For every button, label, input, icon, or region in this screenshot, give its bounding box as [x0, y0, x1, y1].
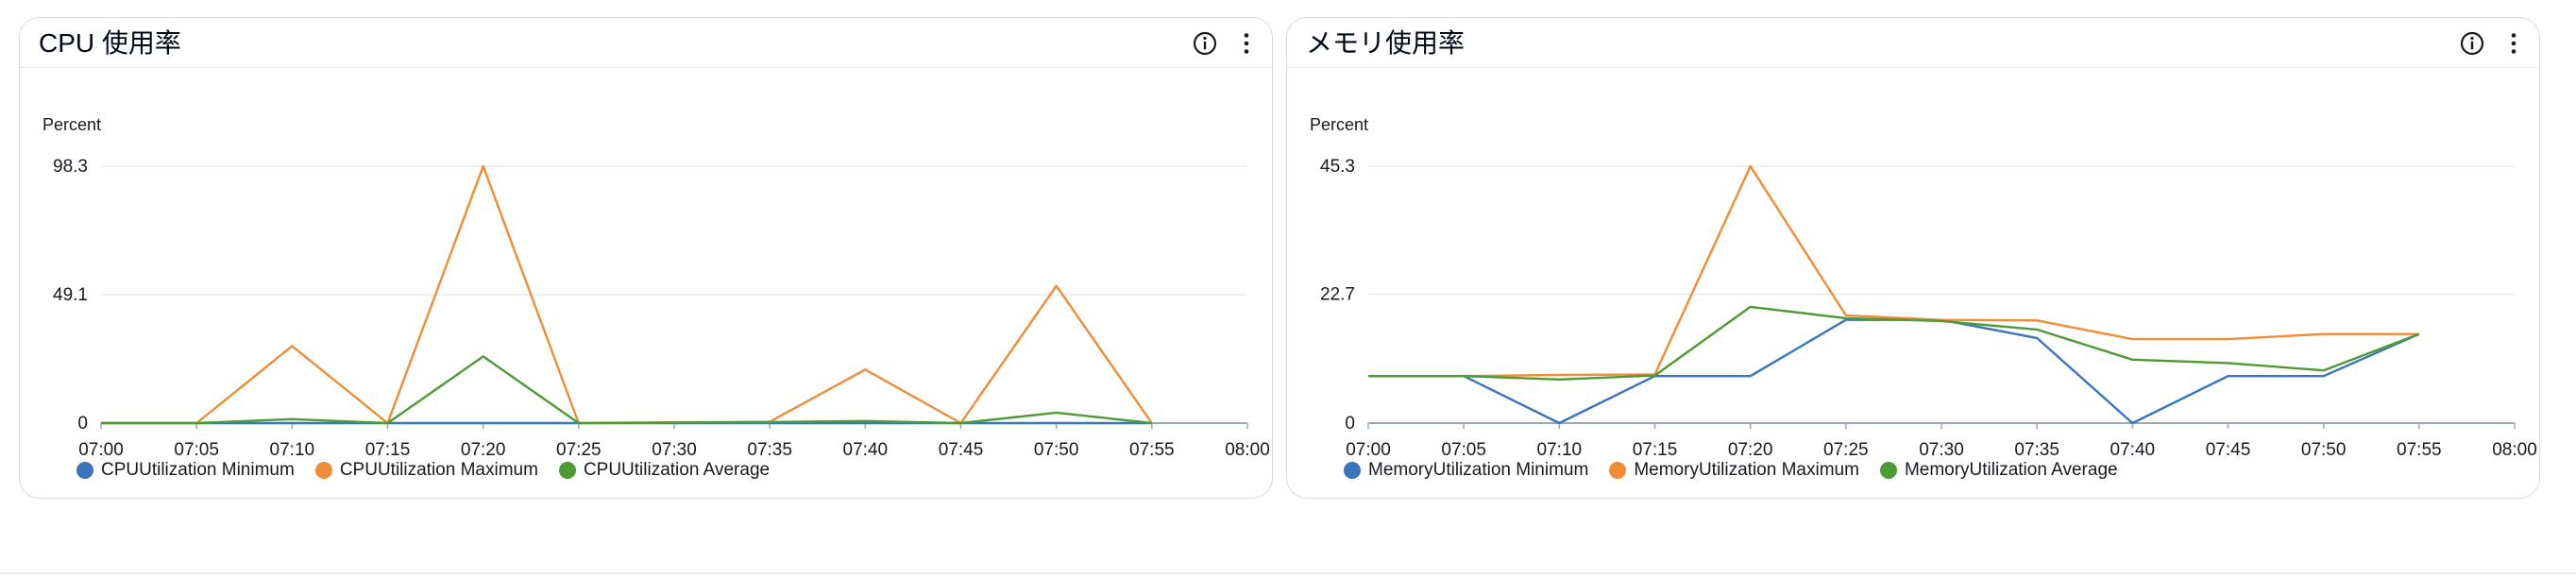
series-line-average: [101, 355, 1152, 425]
x-tick-label: 07:40: [843, 440, 889, 460]
x-tick-label: 07:55: [2397, 440, 2442, 460]
legend-item-maximum[interactable]: CPUUtilization Maximum: [314, 460, 538, 481]
chart-legend: MemoryUtilization Minimum MemoryUtilizat…: [1344, 458, 2118, 483]
y-axis-label: Percent: [42, 115, 101, 134]
x-tick-label: 07:05: [174, 440, 219, 460]
x-tick-label: 07:15: [1633, 440, 1678, 460]
y-tick-label: 22.7: [1320, 285, 1355, 305]
y-tick-label: 49.1: [53, 285, 88, 305]
legend-swatch-maximum: [314, 462, 332, 479]
panel-title: CPU 使用率: [39, 28, 181, 58]
legend-item-minimum[interactable]: MemoryUtilization Minimum: [1344, 460, 1588, 481]
x-tick-label: 07:30: [652, 440, 697, 460]
x-tick-label: 07:00: [78, 440, 124, 460]
x-tick-label: 07:20: [1728, 440, 1773, 460]
y-tick-label: 0: [77, 414, 88, 434]
legend-item-average[interactable]: MemoryUtilization Average: [1879, 460, 2118, 481]
info-icon[interactable]: [2458, 29, 2486, 58]
x-tick-label: 07:10: [1537, 440, 1583, 460]
x-tick-label: 07:50: [1034, 440, 1079, 460]
kebab-menu-icon[interactable]: [1232, 29, 1261, 58]
legend-item-average[interactable]: CPUUtilization Average: [558, 460, 771, 481]
x-tick-label: 07:40: [2110, 440, 2156, 460]
x-tick-label: 07:15: [365, 440, 411, 460]
legend-swatch-minimum: [1344, 462, 1361, 479]
legend-label: CPUUtilization Minimum: [101, 460, 295, 480]
legend-label: MemoryUtilization Minimum: [1368, 460, 1589, 480]
x-tick-label: 07:35: [747, 440, 792, 460]
x-tick-label: 07:35: [2014, 440, 2059, 460]
x-tick-label: 07:00: [1346, 440, 1391, 460]
x-tick-label: 07:50: [2301, 440, 2347, 460]
x-tick-label: 08:00: [2492, 440, 2537, 460]
x-tick-label: 07:30: [1919, 440, 1964, 460]
legend-swatch-average: [1879, 462, 1897, 479]
panel-title: メモリ使用率: [1306, 28, 1466, 58]
x-tick-label: 07:20: [461, 440, 506, 460]
cpu-line-chart: Percent 0 49.1 98.3 07:00 07:05 07:10 07:15 07:2…: [42, 115, 1270, 460]
cpu-utilization-panel: CPU 使用率 Percent 0 49.1 98.3 07:00 07:05 07:10 0…: [19, 17, 1273, 499]
info-icon[interactable]: [1191, 29, 1219, 58]
x-tick-label: 07:55: [1129, 440, 1175, 460]
x-tick-label: 07:25: [1823, 440, 1869, 460]
legend-label: MemoryUtilization Maximum: [1634, 460, 1859, 480]
series-line-maximum: [1368, 164, 2419, 378]
y-tick-label: 98.3: [53, 157, 88, 177]
x-tick-label: 07:45: [939, 440, 984, 460]
series-line-minimum: [1368, 318, 2420, 425]
y-tick-label: 0: [1345, 414, 1355, 434]
legend-swatch-average: [558, 462, 576, 479]
legend-label: MemoryUtilization Average: [1904, 460, 2118, 480]
x-tick-label: 07:05: [1441, 440, 1486, 460]
legend-swatch-maximum: [1609, 462, 1627, 479]
x-tick-label: 07:25: [556, 440, 602, 460]
kebab-menu-icon[interactable]: [2500, 29, 2528, 58]
legend-item-minimum[interactable]: CPUUtilization Minimum: [76, 460, 295, 481]
legend-item-maximum[interactable]: MemoryUtilization Maximum: [1609, 460, 1859, 481]
memory-line-chart: Percent 0 22.7 45.3 07:00 07:05 07:10 07:15 07:2…: [1310, 115, 2537, 460]
page-divider: [0, 572, 2576, 574]
legend-label: CPUUtilization Average: [583, 460, 771, 480]
x-tick-label: 08:00: [1225, 440, 1270, 460]
x-tick-label: 07:10: [270, 440, 315, 460]
legend-swatch-minimum: [76, 462, 93, 479]
panel-header: CPU 使用率: [20, 18, 1272, 68]
y-axis-label: Percent: [1310, 115, 1368, 134]
memory-utilization-panel: メモリ使用率 Percent 0 22.7 45.3 07:00 07:05 07:10 07…: [1286, 17, 2540, 499]
chart-legend: CPUUtilization Minimum CPUUtilization Ma…: [76, 458, 770, 483]
panel-header: メモリ使用率: [1287, 18, 2539, 68]
x-tick-label: 07:45: [2206, 440, 2251, 460]
y-tick-label: 45.3: [1320, 157, 1355, 177]
legend-label: CPUUtilization Maximum: [339, 460, 538, 480]
